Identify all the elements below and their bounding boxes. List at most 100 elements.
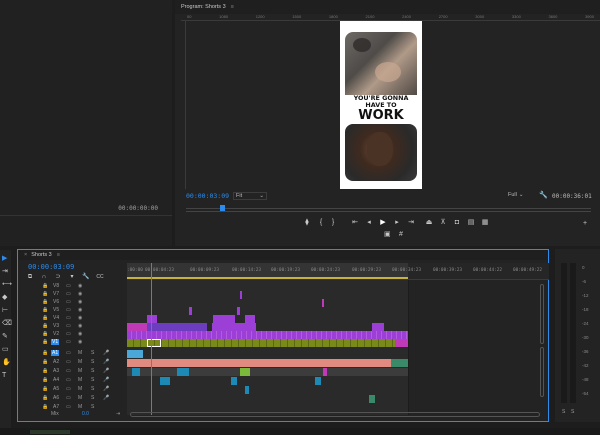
track-label[interactable]: A4: [53, 377, 59, 383]
track-label[interactable]: A2: [53, 359, 59, 365]
sync-icon[interactable]: ▭: [66, 331, 71, 337]
solo-button[interactable]: S: [91, 377, 94, 383]
eye-icon[interactable]: ◉: [78, 323, 82, 329]
extract-icon[interactable]: ⊼: [439, 219, 447, 227]
eye-icon[interactable]: ◉: [78, 315, 82, 321]
track-label[interactable]: V1: [51, 339, 60, 345]
clip-v2[interactable]: [127, 331, 408, 339]
solo-button[interactable]: S: [91, 350, 94, 356]
sync-icon[interactable]: ▭: [66, 386, 71, 392]
lock-icon[interactable]: 🔒: [42, 377, 48, 383]
add-button-icon[interactable]: +: [583, 220, 587, 228]
timeline-close-icon[interactable]: ×: [24, 252, 27, 258]
clip-v5[interactable]: [237, 307, 240, 315]
mute-button[interactable]: M: [78, 404, 82, 410]
track-label[interactable]: A1: [51, 350, 60, 356]
clip-a4[interactable]: [160, 377, 170, 385]
wrench-icon[interactable]: 🔧: [539, 192, 548, 200]
clip-a2[interactable]: [127, 359, 391, 367]
mix-go-to-icon[interactable]: ⇥: [116, 411, 120, 417]
sync-icon[interactable]: ▭: [66, 323, 71, 329]
lock-icon[interactable]: 🔒: [42, 331, 48, 337]
playhead-marker[interactable]: [220, 205, 225, 211]
audio-scrollbar[interactable]: [540, 347, 544, 397]
quality-dropdown[interactable]: Full ⌄: [508, 192, 536, 200]
step-forward-icon[interactable]: ▸: [393, 219, 401, 227]
track-label[interactable]: A3: [53, 368, 59, 374]
sync-icon[interactable]: ▭: [66, 299, 71, 305]
clip-v4[interactable]: [213, 315, 235, 323]
lock-icon[interactable]: 🔒: [42, 307, 48, 313]
sync-icon[interactable]: ▭: [66, 377, 71, 383]
timeline-title[interactable]: Shorts 3: [31, 252, 51, 258]
mark-in-icon[interactable]: {: [317, 219, 325, 227]
pen-tool-icon[interactable]: ✎: [2, 333, 8, 341]
clip-a4[interactable]: [231, 377, 237, 385]
go-to-in-icon[interactable]: ⇤: [351, 219, 359, 227]
track-label[interactable]: V6: [53, 299, 59, 305]
source-scrubber[interactable]: [0, 215, 172, 219]
mute-button[interactable]: M: [78, 386, 82, 392]
mic-icon[interactable]: 🎤: [103, 386, 109, 392]
clip-a6[interactable]: [369, 395, 375, 403]
mute-button[interactable]: M: [78, 359, 82, 365]
clip-v1-end[interactable]: [395, 339, 408, 347]
track-label[interactable]: A5: [53, 386, 59, 392]
sync-icon[interactable]: ▭: [66, 291, 71, 297]
multicam-icon[interactable]: ▦: [481, 219, 489, 227]
lock-icon[interactable]: 🔒: [42, 395, 48, 401]
eye-icon[interactable]: ◉: [78, 307, 82, 313]
eye-icon[interactable]: ◉: [78, 299, 82, 305]
sync-icon[interactable]: ▭: [66, 315, 71, 321]
ripple-edit-tool-icon[interactable]: ⟷: [2, 281, 12, 289]
clip-a4[interactable]: [315, 377, 321, 385]
clip-a3[interactable]: [127, 368, 408, 376]
clip-v4[interactable]: [245, 315, 255, 323]
safe-margins-icon[interactable]: ▣: [384, 231, 391, 239]
slip-tool-icon[interactable]: ⊢: [2, 307, 8, 315]
solo-left-button[interactable]: S: [562, 409, 565, 415]
mute-button[interactable]: M: [78, 368, 82, 374]
lock-icon[interactable]: 🔒: [42, 291, 48, 297]
clip-v4[interactable]: [147, 315, 157, 323]
track-label[interactable]: A7: [53, 404, 59, 410]
clip-v6[interactable]: [322, 299, 324, 307]
mic-icon[interactable]: 🎤: [103, 368, 109, 374]
timeline-playhead[interactable]: [151, 263, 152, 415]
solo-button[interactable]: S: [91, 359, 94, 365]
comparison-view-icon[interactable]: ▤: [467, 219, 475, 227]
lock-icon[interactable]: 🔒: [42, 386, 48, 392]
clip-a2-tail[interactable]: [391, 359, 408, 367]
track-select-tool-icon[interactable]: ⇥: [2, 268, 8, 276]
mute-button[interactable]: M: [78, 377, 82, 383]
mute-button[interactable]: M: [78, 350, 82, 356]
lock-icon[interactable]: 🔒: [42, 339, 48, 345]
mic-icon[interactable]: 🎤: [103, 395, 109, 401]
timeline-clip-area[interactable]: [127, 263, 409, 415]
eye-icon[interactable]: ◉: [78, 339, 82, 345]
clip-a3[interactable]: [177, 368, 189, 376]
work-area-bar[interactable]: [127, 277, 408, 279]
clip-a1[interactable]: [127, 350, 143, 358]
clip-v3[interactable]: [372, 323, 384, 331]
lock-icon[interactable]: 🔒: [42, 283, 48, 289]
timeline-ruler[interactable]: :00:00 00:00:04:23 00:00:09:23 00:00:14:…: [127, 263, 549, 280]
program-scrub-bar[interactable]: [186, 204, 591, 212]
eye-icon[interactable]: ◉: [78, 331, 82, 337]
track-label[interactable]: V8: [53, 283, 59, 289]
export-frame-icon[interactable]: ◘: [453, 219, 461, 227]
clip-v1-selected[interactable]: [147, 339, 161, 347]
clip-a3[interactable]: [323, 368, 327, 376]
video-scrollbar[interactable]: [540, 284, 544, 344]
clip-a3[interactable]: [132, 368, 140, 376]
sync-icon[interactable]: ▭: [66, 395, 71, 401]
hand-tool-icon[interactable]: ✋: [2, 359, 11, 367]
sync-icon[interactable]: ▭: [66, 368, 71, 374]
sync-icon[interactable]: ▭: [66, 307, 71, 313]
mic-icon[interactable]: 🎤: [103, 377, 109, 383]
play-icon[interactable]: ▶: [379, 219, 387, 227]
track-label[interactable]: A6: [53, 395, 59, 401]
mix-value[interactable]: 0.0: [82, 411, 89, 417]
clip-a3[interactable]: [240, 368, 250, 376]
clip-v7[interactable]: [240, 291, 242, 299]
